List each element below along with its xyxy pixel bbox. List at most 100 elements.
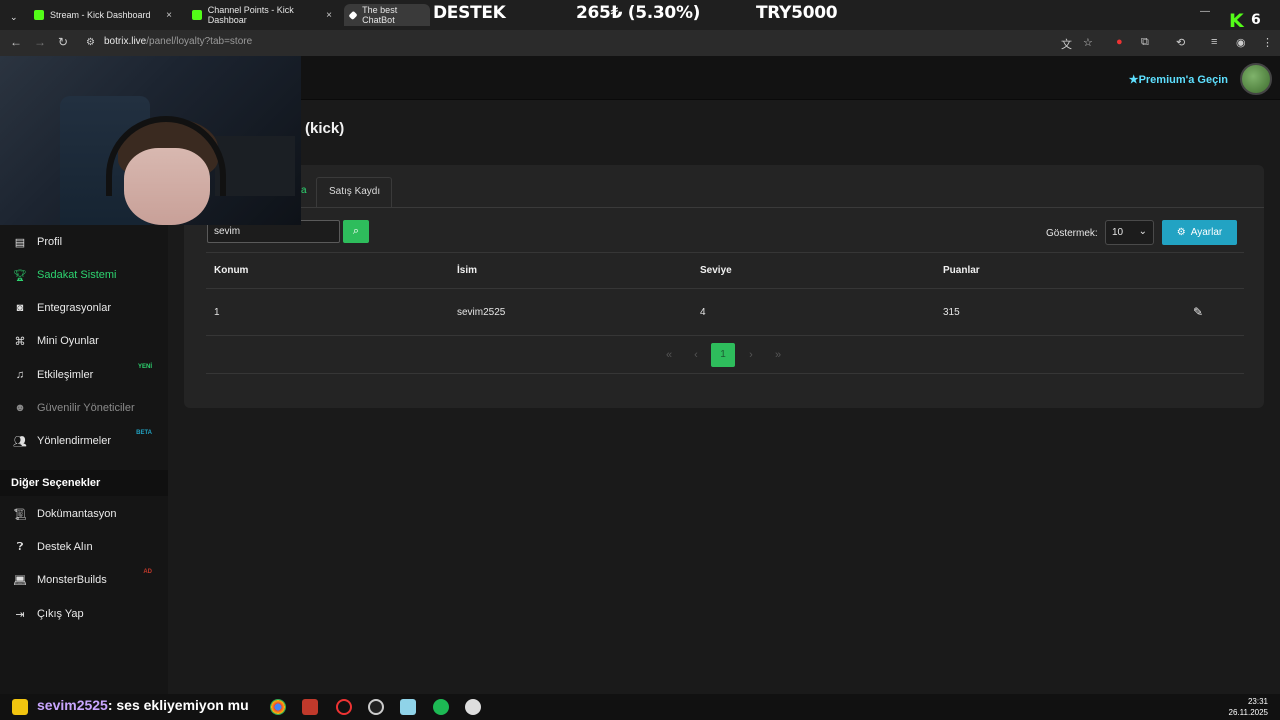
clock-time: 23:31: [1247, 697, 1268, 706]
sidebar-item-monsterbuilds[interactable]: 💻︎ MonsterBuilds AD: [12, 569, 162, 590]
divider: [206, 373, 1244, 374]
sidebar-item-loyalty[interactable]: 🏆︎ Sadakat Sistemi: [12, 265, 162, 285]
cell-level: 4: [700, 307, 706, 318]
extensions-puzzle-icon[interactable]: ⧉: [1141, 36, 1149, 49]
premium-link[interactable]: ★Premium'a Geçin: [1129, 73, 1228, 86]
browser-tab-channel-points[interactable]: Channel Points - Kick Dashboar ×: [186, 4, 338, 26]
browser-tab-botrix[interactable]: The best ChatBot: [344, 4, 430, 26]
users-icon: 👥︎: [13, 435, 27, 448]
sidebar-item-label: Profil: [37, 236, 63, 248]
cell-rank: 1: [214, 307, 220, 318]
kick-viewer-count: 6: [1251, 12, 1261, 28]
sidebar-item-label: Sadakat Sistemi: [37, 269, 117, 281]
chat-text: : ses ekliyemiyon mu: [107, 697, 249, 713]
sidebar-item-label: Entegrasyonlar: [37, 302, 111, 314]
menu-dots-icon[interactable]: ⋮: [1262, 36, 1273, 49]
spotify-icon[interactable]: [433, 699, 449, 715]
search-button[interactable]: ⌕: [343, 220, 369, 243]
sidebar-item-trusted-mods[interactable]: ☻ Güvenilir Yöneticiler: [12, 398, 162, 418]
column-header-level[interactable]: Seviye: [700, 265, 732, 276]
tab-title: The best ChatBot: [362, 5, 398, 25]
sidebar-item-label: Etkileşimler: [37, 369, 94, 381]
pagination-page-1[interactable]: 1: [711, 343, 735, 367]
pagination-first[interactable]: «: [661, 343, 677, 367]
pagination-last[interactable]: »: [770, 343, 786, 367]
chrome-icon[interactable]: [270, 699, 286, 715]
avatar[interactable]: [1240, 63, 1272, 95]
steam-icon[interactable]: [368, 699, 384, 715]
sidebar-section-title: Diğer Seçenekler: [0, 470, 168, 496]
sidebar-item-label: Mini Oyunlar: [37, 335, 99, 347]
laptop-icon: 💻︎: [13, 574, 27, 587]
card-tabs: a Satış Kaydı: [184, 177, 1264, 208]
site-info-icon[interactable]: ⚙: [86, 37, 95, 48]
trophy-icon: 🏆︎: [13, 269, 27, 282]
tab-list-button[interactable]: ⌄: [4, 6, 24, 28]
url-host: botrix.live: [104, 36, 147, 47]
minimize-icon[interactable]: —: [1200, 6, 1210, 17]
close-icon[interactable]: ×: [326, 10, 332, 21]
edit-pencil-icon[interactable]: ✎: [1193, 305, 1203, 319]
column-header-rank[interactable]: Konum: [214, 265, 248, 276]
reading-list-icon[interactable]: ≡: [1211, 36, 1217, 48]
sidebar-item-docs[interactable]: 📜︎ Dokümantasyon: [12, 504, 162, 524]
kick-logo-icon: K: [1229, 10, 1244, 32]
pagination-next[interactable]: ›: [743, 343, 759, 367]
sidebar-item-interactions[interactable]: ♫ Etkileşimler YENİ: [12, 364, 162, 385]
profile-icon[interactable]: ◉: [1236, 36, 1246, 49]
settings-label: Ayarlar: [1190, 227, 1223, 238]
file-explorer-icon[interactable]: [12, 699, 28, 715]
sidebar-item-label: Çıkış Yap: [37, 608, 84, 620]
pagination-prev[interactable]: ‹: [688, 343, 704, 367]
app-icon[interactable]: [465, 699, 481, 715]
chat-username: sevim2525: [37, 697, 108, 713]
notes-icon[interactable]: [400, 699, 416, 715]
sidebar-item-integrations[interactable]: ◙ Entegrasyonlar: [12, 298, 162, 318]
close-icon[interactable]: ×: [166, 10, 172, 21]
sidebar-item-profil[interactable]: ▤ Profil: [12, 232, 162, 252]
tab-store[interactable]: a: [301, 185, 307, 196]
url-path: /panel/loyalty?tab=store: [146, 36, 253, 47]
page-title: (kick): [305, 120, 345, 137]
id-card-icon: ▤: [14, 236, 26, 249]
star-icon: ★: [1128, 74, 1139, 86]
reload-icon[interactable]: ↻: [58, 35, 68, 49]
sidebar-item-support[interactable]: ❓︎ Destek Alın: [12, 537, 162, 557]
search-icon: ⌕: [352, 225, 360, 237]
url-field[interactable]: botrix.live/panel/loyalty?tab=store: [104, 36, 252, 47]
settings-button[interactable]: ⚙ Ayarlar: [1162, 220, 1237, 245]
extension-icon[interactable]: ●: [1116, 36, 1123, 48]
history-icon[interactable]: ⟲: [1176, 36, 1185, 49]
column-header-name[interactable]: İsim: [457, 265, 477, 276]
music-icon: ♫: [15, 369, 25, 381]
system-clock[interactable]: 23:31 26.11.2025: [1229, 696, 1268, 718]
webcam-overlay: [0, 56, 301, 225]
back-arrow-icon[interactable]: ←: [10, 35, 22, 49]
voicemeeter-icon[interactable]: [302, 699, 318, 715]
sidebar-item-label: Dokümantasyon: [37, 508, 117, 520]
page-size-select[interactable]: 10 ⌄: [1105, 220, 1154, 245]
gamepad-icon: ⌘: [14, 335, 26, 348]
tab-title: Stream - Kick Dashboard: [50, 10, 151, 20]
ad-badge: AD: [143, 569, 152, 575]
clock-date: 26.11.2025: [1228, 708, 1268, 717]
cell-points: 315: [943, 307, 960, 318]
column-header-points[interactable]: Puanlar: [943, 265, 980, 276]
donation-ticker-label: DESTEK: [433, 3, 506, 23]
address-bar: ← → ↻ ⚙ botrix.live/panel/loyalty?tab=st…: [0, 30, 1280, 56]
obs-icon[interactable]: [336, 699, 352, 715]
beta-badge: BETA: [136, 430, 152, 436]
bookmark-star-icon[interactable]: ☆: [1083, 36, 1093, 49]
sign-out-icon: ⇥: [15, 608, 25, 621]
sidebar-item-logout[interactable]: ⇥ Çıkış Yap: [12, 604, 162, 624]
page-size-value: 10: [1112, 227, 1124, 238]
cell-name: sevim2525: [457, 307, 506, 318]
sidebar-item-label: Güvenilir Yöneticiler: [37, 402, 135, 414]
tab-label: Satış Kaydı: [329, 186, 381, 197]
translate-icon[interactable]: 文: [1061, 36, 1072, 52]
sidebar-item-redirects[interactable]: 👥︎ Yönlendirmeler BETA: [12, 430, 162, 451]
sidebar-item-mini-games[interactable]: ⌘ Mini Oyunlar: [12, 331, 162, 351]
forward-arrow-icon[interactable]: →: [34, 35, 46, 49]
browser-tab-stream[interactable]: Stream - Kick Dashboard ×: [28, 4, 178, 26]
tab-sales-log[interactable]: Satış Kaydı: [316, 177, 392, 208]
